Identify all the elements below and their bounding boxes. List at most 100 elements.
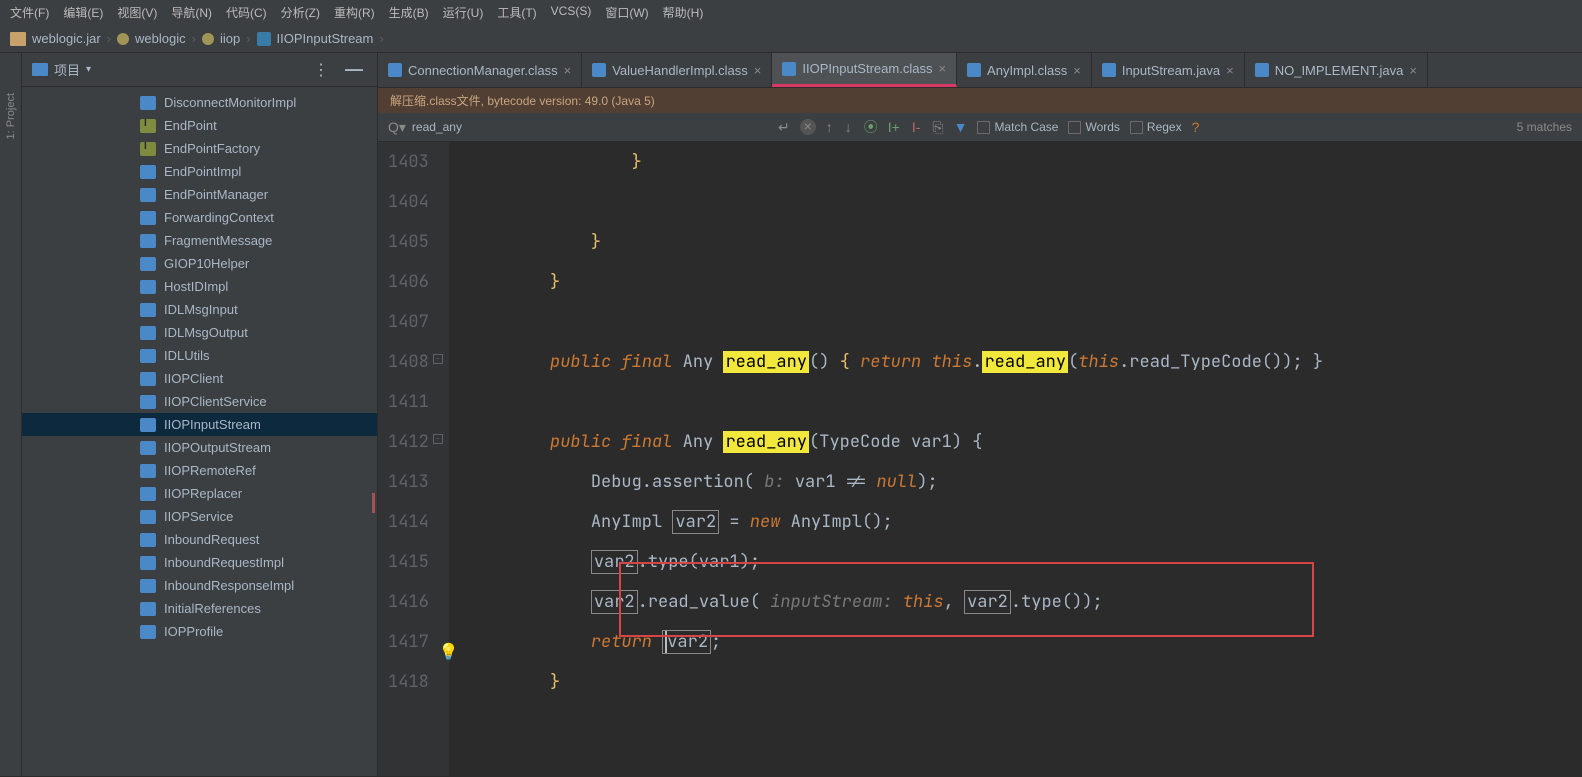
project-toolwindow-button[interactable]: 1: Project bbox=[5, 93, 17, 139]
class-icon bbox=[140, 372, 156, 386]
menu-item[interactable]: 视图(V) bbox=[117, 4, 157, 21]
package-icon bbox=[202, 33, 214, 45]
tree-item-IOPProfile[interactable]: IOPProfile bbox=[22, 620, 377, 643]
code-content[interactable]: } } } public final Any read_any() { retu… bbox=[449, 142, 1582, 776]
line-number: 1406 bbox=[388, 262, 429, 302]
tree-item-IIOPClient[interactable]: IIOPClient bbox=[22, 367, 377, 390]
editor-tabs: ConnectionManager.class×ValueHandlerImpl… bbox=[378, 53, 1582, 88]
line-number: 1418 bbox=[388, 662, 429, 702]
close-icon[interactable]: × bbox=[1409, 63, 1417, 78]
tree-label: ForwardingContext bbox=[164, 210, 274, 225]
tree-item-HostIDImpl[interactable]: HostIDImpl bbox=[22, 275, 377, 298]
tree-item-IIOPReplacer[interactable]: IIOPReplacer bbox=[22, 482, 377, 505]
tab-IIOPInputStream.class[interactable]: IIOPInputStream.class× bbox=[772, 53, 957, 87]
chevron-down-icon[interactable]: ▾ bbox=[86, 64, 91, 75]
tree-label: HostIDImpl bbox=[164, 279, 228, 294]
menu-item[interactable]: 文件(F) bbox=[10, 4, 49, 21]
tree-item-GIOP10Helper[interactable]: GIOP10Helper bbox=[22, 252, 377, 275]
menu-item[interactable]: 代码(C) bbox=[226, 4, 267, 21]
tree-label: EndPoint bbox=[164, 118, 217, 133]
menu-item[interactable]: 运行(U) bbox=[443, 4, 484, 21]
more-icon[interactable]: ⋮ bbox=[313, 60, 331, 80]
tree-label: InboundRequest bbox=[164, 532, 259, 547]
class-icon bbox=[140, 510, 156, 524]
match-case-checkbox[interactable]: Match Case bbox=[977, 120, 1058, 134]
tree-item-InitialReferences[interactable]: InitialReferences bbox=[22, 597, 377, 620]
tree-item-IIOPRemoteRef[interactable]: IIOPRemoteRef bbox=[22, 459, 377, 482]
tree-item-IDLMsgInput[interactable]: IDLMsgInput bbox=[22, 298, 377, 321]
add-selection-icon[interactable]: I+ bbox=[888, 119, 900, 135]
enter-icon[interactable]: ↵ bbox=[778, 119, 790, 136]
menu-item[interactable]: 生成(B) bbox=[389, 4, 429, 21]
remove-selection-icon[interactable]: I- bbox=[912, 119, 921, 135]
class-icon bbox=[140, 441, 156, 455]
tree-item-DisconnectMonitorImpl[interactable]: DisconnectMonitorImpl bbox=[22, 91, 377, 114]
minimize-button[interactable]: — bbox=[341, 59, 367, 80]
select-all-icon[interactable]: ⦿ bbox=[864, 117, 878, 137]
fold-icon[interactable]: - bbox=[433, 354, 443, 364]
bc-item[interactable]: iiop bbox=[220, 31, 240, 46]
tree-item-IDLMsgOutput[interactable]: IDLMsgOutput bbox=[22, 321, 377, 344]
menu-item[interactable]: 编辑(E) bbox=[63, 4, 103, 21]
class-icon bbox=[140, 280, 156, 294]
class-icon bbox=[782, 62, 796, 76]
bc-item[interactable]: weblogic bbox=[135, 31, 186, 46]
tree-item-InboundResponseImpl[interactable]: InboundResponseImpl bbox=[22, 574, 377, 597]
tab-NO_IMPLEMENT.java[interactable]: NO_IMPLEMENT.java× bbox=[1245, 53, 1428, 87]
bc-item[interactable]: weblogic.jar bbox=[32, 31, 101, 46]
class-icon bbox=[140, 188, 156, 202]
tab-AnyImpl.class[interactable]: AnyImpl.class× bbox=[957, 53, 1092, 87]
project-tree[interactable]: DisconnectMonitorImpl EndPoint EndPointFac… bbox=[22, 87, 377, 776]
bc-item[interactable]: IIOPInputStream bbox=[277, 31, 374, 46]
menu-item[interactable]: 工具(T) bbox=[497, 4, 536, 21]
menu-item[interactable]: 重构(R) bbox=[334, 4, 375, 21]
line-number: 1403 bbox=[388, 142, 429, 182]
words-checkbox[interactable]: Words bbox=[1068, 120, 1119, 134]
tab-InputStream.java[interactable]: InputStream.java× bbox=[1092, 53, 1245, 87]
tree-item-IIOPClientService[interactable]: IIOPClientService bbox=[22, 390, 377, 413]
tree-item-EndPoint[interactable]: EndPoint bbox=[22, 114, 377, 137]
regex-checkbox[interactable]: Regex bbox=[1130, 120, 1182, 134]
class-icon bbox=[257, 32, 271, 46]
line-number: 1412- bbox=[388, 422, 429, 462]
code-editor[interactable]: 140314041405140614071408-14111412-141314… bbox=[378, 142, 1582, 776]
tree-item-EndPointImpl[interactable]: EndPointImpl bbox=[22, 160, 377, 183]
tab-ConnectionManager.class[interactable]: ConnectionManager.class× bbox=[378, 53, 582, 87]
close-icon[interactable]: × bbox=[1073, 63, 1081, 78]
tree-item-InboundRequest[interactable]: InboundRequest bbox=[22, 528, 377, 551]
tree-item-IIOPService[interactable]: IIOPService bbox=[22, 505, 377, 528]
menu-item[interactable]: 导航(N) bbox=[171, 4, 212, 21]
chevron-right-icon: › bbox=[107, 31, 111, 46]
menu-bar: 文件(F) 编辑(E) 视图(V) 导航(N) 代码(C) 分析(Z) 重构(R) 生成(B)… bbox=[0, 0, 1582, 25]
tree-item-IIOPInputStream[interactable]: IIOPInputStream bbox=[22, 413, 377, 436]
close-icon[interactable]: × bbox=[1226, 63, 1234, 78]
close-icon[interactable]: × bbox=[938, 61, 946, 76]
class-icon bbox=[140, 533, 156, 547]
next-match-icon[interactable]: ↓ bbox=[845, 119, 852, 135]
close-icon[interactable]: × bbox=[754, 63, 762, 78]
line-number: 1417💡 bbox=[388, 622, 429, 662]
tree-item-InboundRequestImpl[interactable]: InboundRequestImpl bbox=[22, 551, 377, 574]
tree-item-ForwardingContext[interactable]: ForwardingContext bbox=[22, 206, 377, 229]
tree-item-EndPointManager[interactable]: EndPointManager bbox=[22, 183, 377, 206]
menu-item[interactable]: VCS(S) bbox=[551, 4, 592, 21]
find-input[interactable] bbox=[412, 120, 612, 134]
help-icon[interactable]: ? bbox=[1192, 119, 1200, 135]
tree-item-EndPointFactory[interactable]: EndPointFactory bbox=[22, 137, 377, 160]
class-icon bbox=[967, 63, 981, 77]
menu-item[interactable]: 窗口(W) bbox=[605, 4, 648, 21]
menu-item[interactable]: 帮助(H) bbox=[663, 4, 704, 21]
search-icon[interactable]: Q▾ bbox=[388, 119, 406, 136]
tree-item-FragmentMessage[interactable]: FragmentMessage bbox=[22, 229, 377, 252]
tree-item-IDLUtils[interactable]: IDLUtils bbox=[22, 344, 377, 367]
tree-item-IIOPOutputStream[interactable]: IIOPOutputStream bbox=[22, 436, 377, 459]
prev-match-icon[interactable]: ↑ bbox=[826, 119, 833, 135]
tab-ValueHandlerImpl.class[interactable]: ValueHandlerImpl.class× bbox=[582, 53, 772, 87]
class-icon bbox=[1102, 63, 1116, 77]
menu-item[interactable]: 分析(Z) bbox=[281, 4, 320, 21]
filter-icon[interactable]: ▼ bbox=[954, 119, 968, 135]
fold-icon[interactable]: - bbox=[433, 434, 443, 444]
close-icon[interactable]: × bbox=[564, 63, 572, 78]
export-icon[interactable]: ⎘ bbox=[932, 119, 943, 136]
close-icon[interactable]: × bbox=[800, 119, 816, 135]
